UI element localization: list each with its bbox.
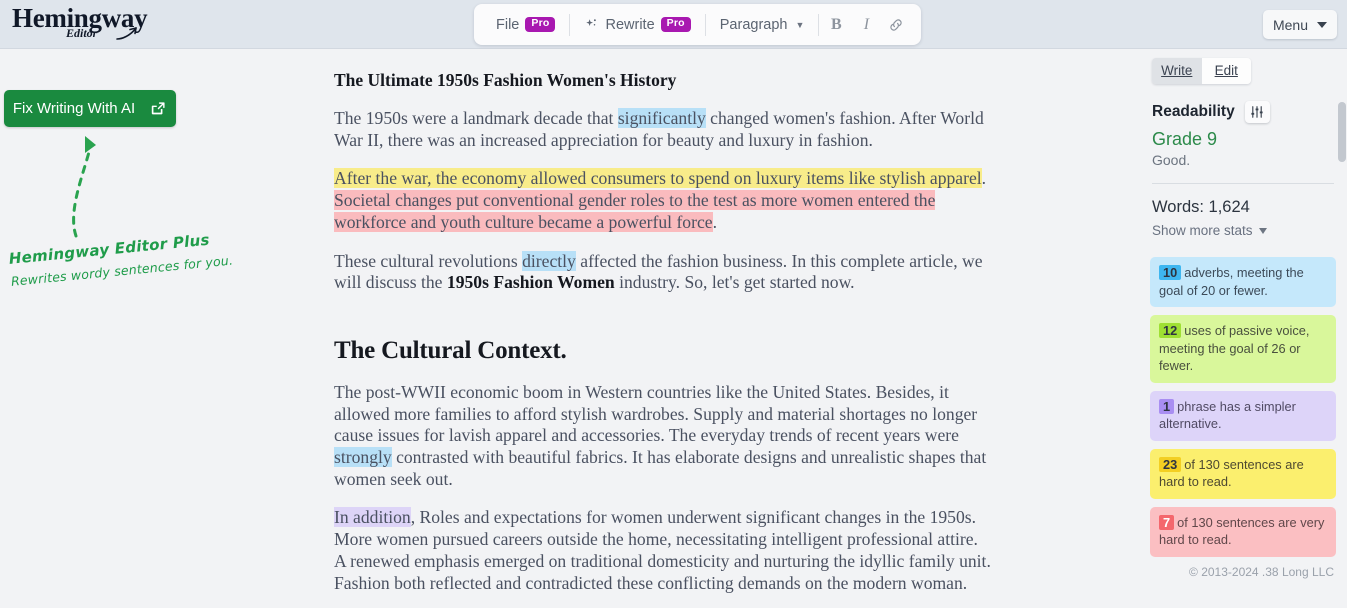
sliders-icon (1251, 106, 1263, 118)
toolbar-divider (569, 13, 571, 36)
copyright-text: © 2013-2024 .38 Long LLC (1189, 564, 1334, 579)
readability-settings-button[interactable] (1244, 101, 1270, 123)
fix-writing-with-ai-button[interactable]: Fix Writing With AI (4, 90, 176, 127)
document-title: The Ultimate 1950s Fashion Women's Histo… (334, 70, 677, 90)
page-scrollbar-thumb[interactable] (1338, 102, 1346, 162)
show-more-stats-label: Show more stats (1152, 223, 1253, 238)
file-menu-button[interactable]: File Pro (484, 9, 567, 41)
adverb-highlight: strongly (334, 447, 392, 468)
text-run: . (712, 211, 717, 232)
chevron-down-icon: ▼ (795, 19, 805, 30)
text-run: The post-WWII economic boom in Western c… (334, 381, 978, 446)
toolbar-divider (818, 13, 820, 36)
rewrite-label: Rewrite (605, 16, 655, 33)
link-icon (890, 18, 903, 31)
paragraph-5: In addition, Roles and expectations for … (334, 507, 992, 594)
app-logo: Hemingway Editor (12, 5, 148, 40)
chevron-down-icon (1258, 227, 1267, 234)
file-pro-badge: Pro (525, 16, 556, 33)
stat-card-hard-to-read[interactable]: 23 of 130 sentences are hard to read. (1150, 448, 1336, 499)
stat-text: of 130 sentences are very hard to read. (1159, 514, 1325, 548)
tab-edit[interactable]: Edit (1201, 58, 1251, 84)
editor-toolbar: File Pro Rewrite Pro Paragraph ▼ B I (474, 4, 922, 45)
readability-row: Readability (1152, 101, 1336, 123)
paragraph-2: After the war, the economy allowed consu… (334, 168, 992, 233)
text-run: . (981, 168, 987, 189)
rewrite-button[interactable]: Rewrite Pro (572, 9, 702, 41)
promo-text: Hemingway Editor Plus Rewrites wordy sen… (8, 229, 234, 289)
fix-writing-label: Fix Writing With AI (12, 100, 136, 117)
adverb-highlight: significantly (617, 108, 706, 128)
simpler-alternative-highlight: In addition (334, 507, 411, 528)
show-more-stats-button[interactable]: Show more stats (1152, 223, 1336, 238)
text-run: industry. So, let's get started now. (614, 272, 855, 293)
logo-subtitle: Editor (66, 26, 98, 40)
toolbar-divider (704, 13, 706, 36)
stat-card-adverbs[interactable]: 10 adverbs, meeting the goal of 20 or few… (1150, 257, 1336, 307)
text-run: contrasted with beautiful fabrics. It ha… (334, 447, 987, 489)
stat-count: 7 (1159, 514, 1175, 530)
stat-card-simpler-alternative[interactable]: 1 phrase has a simpler alternative. (1150, 390, 1336, 441)
stat-card-very-hard-to-read[interactable]: 7 of 130 sentences are very hard to read. (1150, 506, 1336, 557)
external-link-icon (152, 101, 165, 114)
stat-count: 1 (1159, 398, 1175, 414)
word-count: Words: 1,624 (1152, 198, 1250, 216)
write-edit-tabs: Write Edit (1152, 58, 1251, 84)
stat-count: 10 (1159, 265, 1182, 280)
document-heading-2: The Cultural Context. (334, 336, 567, 364)
divider (1152, 183, 1334, 184)
adverb-highlight: directly (522, 250, 576, 271)
readability-quality: Good. (1152, 152, 1191, 168)
document-editor[interactable]: The Ultimate 1950s Fashion Women's Histo… (334, 50, 1154, 608)
page-scrollbar-track[interactable] (1336, 50, 1347, 608)
paragraph-3: These cultural revolutions directly affe… (334, 250, 992, 294)
readability-label: Readability (1152, 103, 1235, 120)
bold-button[interactable]: B (821, 10, 851, 40)
text-run: These cultural revolutions (334, 250, 523, 271)
link-button[interactable] (881, 10, 911, 40)
paragraph-4: The post-WWII economic boom in Western c… (334, 382, 992, 491)
readability-grade: Grade 9 (1152, 129, 1218, 149)
paragraph-1: The 1950s were a landmark decade that si… (334, 108, 992, 151)
menu-button-label: Menu (1272, 16, 1308, 33)
stat-count: 12 (1159, 323, 1182, 338)
hard-sentence-highlight: After the war, the economy allowed consu… (334, 168, 982, 189)
stat-text: uses of passive voice, meeting the goal … (1159, 323, 1310, 373)
text-run: , Roles and expectations for women under… (334, 507, 991, 593)
tab-write[interactable]: Write (1152, 58, 1202, 84)
rewrite-pro-badge: Pro (660, 16, 691, 33)
logo-swoosh-icon (116, 27, 137, 40)
promo-arrow-icon (72, 136, 96, 238)
stat-count: 23 (1159, 456, 1182, 472)
sparkle-icon (586, 19, 597, 26)
left-sidebar: Fix Writing With AI Hemingway Editor Plu… (0, 50, 330, 608)
paragraph-style-label: Paragraph (719, 16, 788, 33)
stat-card-passive-voice[interactable]: 12 uses of passive voice, meeting the goa… (1150, 315, 1336, 383)
bold-text: 1950s Fashion Women (446, 272, 615, 293)
app-header: Hemingway Editor File Pro Rewrite Pro Pa… (0, 0, 1347, 49)
stats-cards: 10 adverbs, meeting the goal of 20 or few… (1150, 257, 1336, 557)
file-menu-label: File (496, 16, 520, 33)
right-sidebar: Write Edit Readability Grade 9 Good. Wor… (1150, 50, 1336, 608)
text-run: The 1950s were a landmark decade that (334, 108, 618, 128)
very-hard-sentence-highlight: Societal changes put conventional gender… (334, 190, 936, 232)
chevron-down-icon (1317, 21, 1327, 28)
italic-button[interactable]: I (851, 10, 881, 40)
paragraph-style-dropdown[interactable]: Paragraph ▼ (708, 9, 817, 41)
menu-button[interactable]: Menu (1262, 10, 1337, 39)
stat-text: phrase has a simpler alternative. (1159, 398, 1296, 432)
